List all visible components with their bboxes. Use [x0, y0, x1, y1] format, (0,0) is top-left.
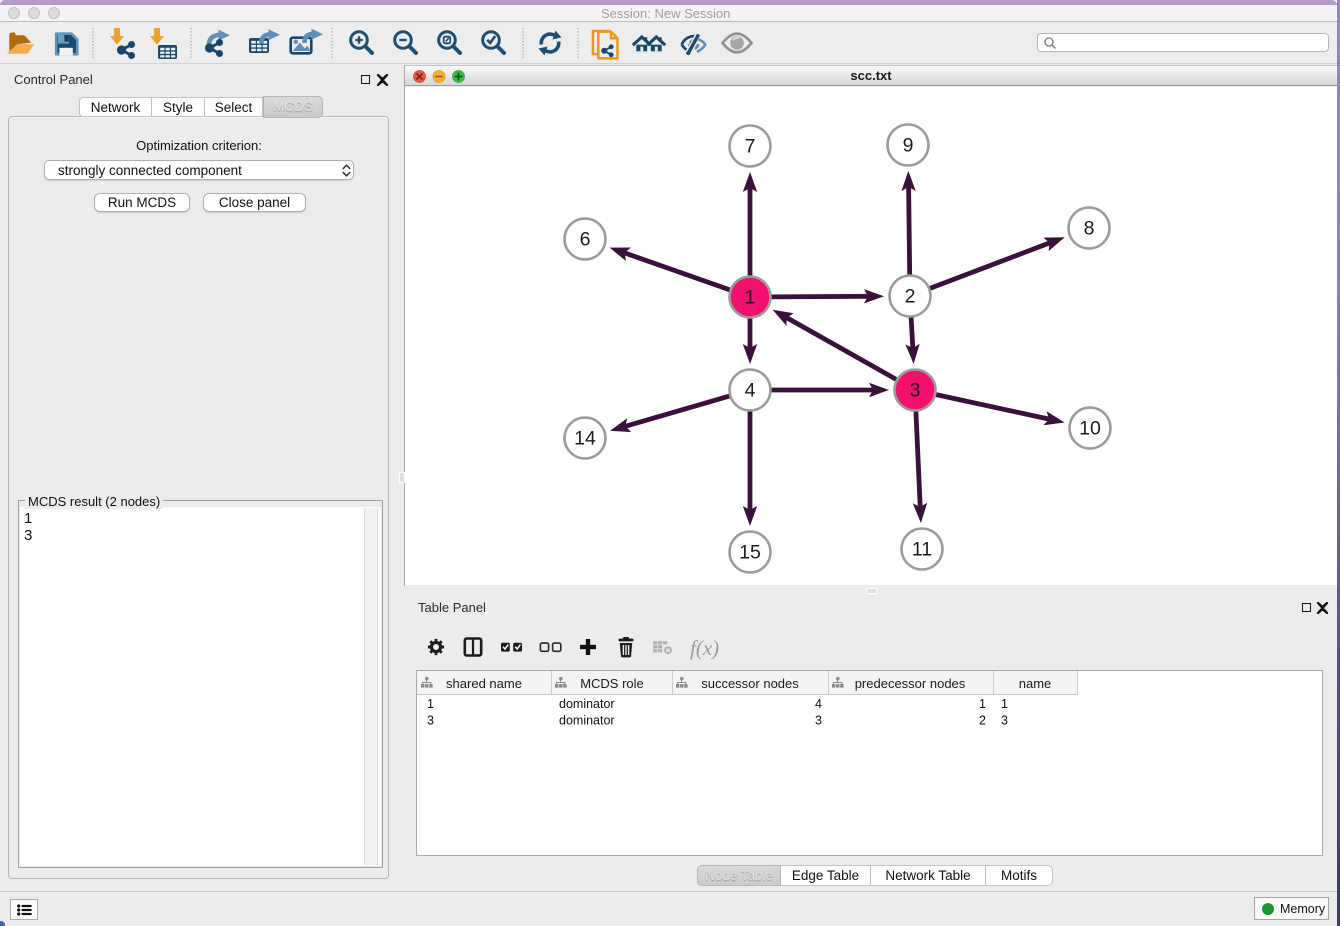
- svg-text:6: 6: [580, 229, 591, 251]
- svg-text:7: 7: [745, 136, 756, 158]
- svg-text:2: 2: [979, 714, 986, 728]
- svg-text:name: name: [1019, 676, 1052, 691]
- svg-text:3: 3: [815, 714, 822, 728]
- svg-text:dominator: dominator: [559, 714, 615, 728]
- svg-text:11: 11: [912, 539, 932, 561]
- svg-text:predecessor nodes: predecessor nodes: [855, 676, 966, 691]
- svg-text:10: 10: [1079, 418, 1101, 440]
- svg-text:15: 15: [739, 542, 761, 564]
- svg-text:2: 2: [905, 286, 916, 308]
- svg-text:dominator: dominator: [559, 697, 615, 711]
- svg-text:1: 1: [979, 697, 986, 711]
- svg-text:1: 1: [1001, 697, 1008, 711]
- svg-text:3: 3: [1001, 714, 1008, 728]
- svg-text:3: 3: [427, 714, 434, 728]
- svg-text:8: 8: [1084, 218, 1095, 240]
- svg-text:shared name: shared name: [446, 676, 522, 691]
- svg-text:1: 1: [427, 697, 434, 711]
- svg-text:f(x): f(x): [690, 636, 719, 660]
- svg-text:4: 4: [815, 697, 822, 711]
- svg-text:successor nodes: successor nodes: [701, 676, 799, 691]
- svg-text:4: 4: [745, 380, 756, 402]
- svg-text:MCDS role: MCDS role: [580, 676, 644, 691]
- svg-text:1: 1: [745, 287, 756, 309]
- svg-text:3: 3: [910, 380, 921, 402]
- svg-text:14: 14: [574, 428, 596, 450]
- svg-text:9: 9: [903, 135, 914, 157]
